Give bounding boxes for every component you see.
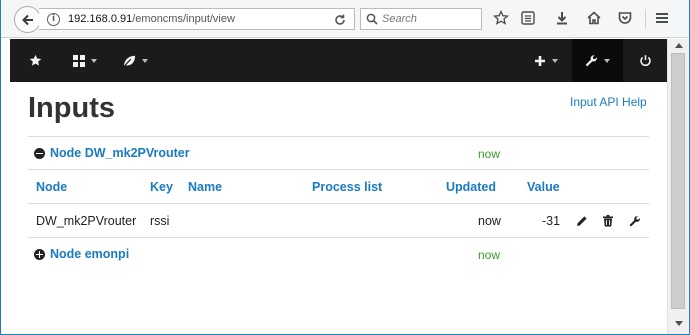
- delete-trash-icon[interactable]: [602, 214, 614, 232]
- nav-add-menu[interactable]: [521, 39, 571, 82]
- chevron-down-icon: [91, 58, 97, 63]
- node-header-emonpi[interactable]: Node emonpi: [34, 247, 129, 261]
- search-box[interactable]: Search: [360, 8, 482, 30]
- reload-icon[interactable]: [333, 13, 347, 27]
- scroll-up-arrow-icon[interactable]: [675, 43, 683, 48]
- search-placeholder: Search: [382, 13, 417, 25]
- nav-favourites[interactable]: [10, 39, 60, 82]
- scrollbar-thumb[interactable]: [671, 53, 685, 309]
- scroll-down-arrow-icon[interactable]: [675, 321, 683, 326]
- chevron-down-icon: [552, 58, 558, 63]
- node-updated: now: [478, 248, 501, 262]
- divider: [28, 169, 649, 170]
- grid-icon: [73, 54, 85, 67]
- node-header-dw-mk2pvrouter[interactable]: Node DW_mk2PVrouter: [34, 146, 190, 160]
- power-icon: [639, 55, 651, 67]
- column-header-value[interactable]: Value: [527, 180, 560, 194]
- nav-setup-menu[interactable]: [572, 39, 623, 82]
- vertical-scrollbar[interactable]: [667, 39, 689, 334]
- edit-pencil-icon[interactable]: [576, 214, 588, 232]
- url-text: 192.168.0.91/emoncms/input/view: [68, 13, 235, 25]
- hamburger-menu-icon[interactable]: [653, 9, 671, 27]
- app-navbar: [10, 39, 667, 82]
- column-header-process-list[interactable]: Process list: [312, 180, 382, 194]
- home-icon[interactable]: [585, 9, 603, 27]
- star-icon: [29, 54, 41, 66]
- cell-updated: now: [478, 214, 501, 228]
- column-header-key[interactable]: Key: [150, 180, 173, 194]
- cell-node: DW_mk2PVrouter: [36, 214, 137, 228]
- bookmark-star-icon[interactable]: [492, 9, 510, 27]
- configure-wrench-icon[interactable]: [629, 214, 641, 232]
- reading-list-icon[interactable]: [519, 9, 537, 27]
- nav-logout[interactable]: [623, 39, 667, 82]
- cell-value: -31: [542, 214, 561, 228]
- page-title: Inputs: [28, 92, 115, 124]
- divider: [28, 203, 649, 204]
- input-api-help-link[interactable]: Input API Help: [570, 95, 647, 109]
- expand-circle-icon: [34, 248, 45, 260]
- search-icon: [366, 13, 378, 25]
- url-bar[interactable]: i 192.168.0.91/emoncms/input/view: [39, 8, 355, 30]
- collapse-circle-icon: [34, 147, 45, 159]
- nav-apps-menu[interactable]: [60, 39, 110, 82]
- back-arrow-icon: [21, 14, 33, 25]
- back-button[interactable]: [14, 6, 41, 33]
- toolbar-divider: [645, 9, 646, 29]
- pocket-icon[interactable]: [616, 9, 634, 27]
- url-path: /emoncms/input/view: [132, 13, 235, 25]
- divider: [28, 237, 649, 238]
- chevron-down-icon: [604, 58, 610, 63]
- divider: [28, 136, 649, 137]
- info-icon[interactable]: i: [47, 13, 60, 26]
- cell-key: rssi: [150, 214, 170, 228]
- leaf-icon: [122, 55, 136, 68]
- column-header-node[interactable]: Node: [36, 180, 67, 194]
- browser-toolbar: i 192.168.0.91/emoncms/input/view Search: [1, 0, 689, 38]
- nav-eco-menu[interactable]: [110, 39, 160, 82]
- chevron-down-icon: [142, 58, 148, 63]
- plus-icon: [535, 55, 545, 66]
- column-header-updated[interactable]: Updated: [446, 180, 496, 194]
- url-host: 192.168.0.91: [68, 13, 133, 25]
- column-header-name[interactable]: Name: [188, 180, 222, 194]
- wrench-icon: [585, 55, 597, 67]
- node-label: Node DW_mk2PVrouter: [50, 146, 190, 160]
- page-viewport: Inputs Input API Help Node DW_mk2PVroute…: [10, 39, 667, 333]
- node-label: Node emonpi: [50, 247, 130, 261]
- node-updated: now: [478, 147, 501, 161]
- download-icon[interactable]: [553, 9, 571, 27]
- window-frame: i 192.168.0.91/emoncms/input/view Search: [0, 0, 690, 335]
